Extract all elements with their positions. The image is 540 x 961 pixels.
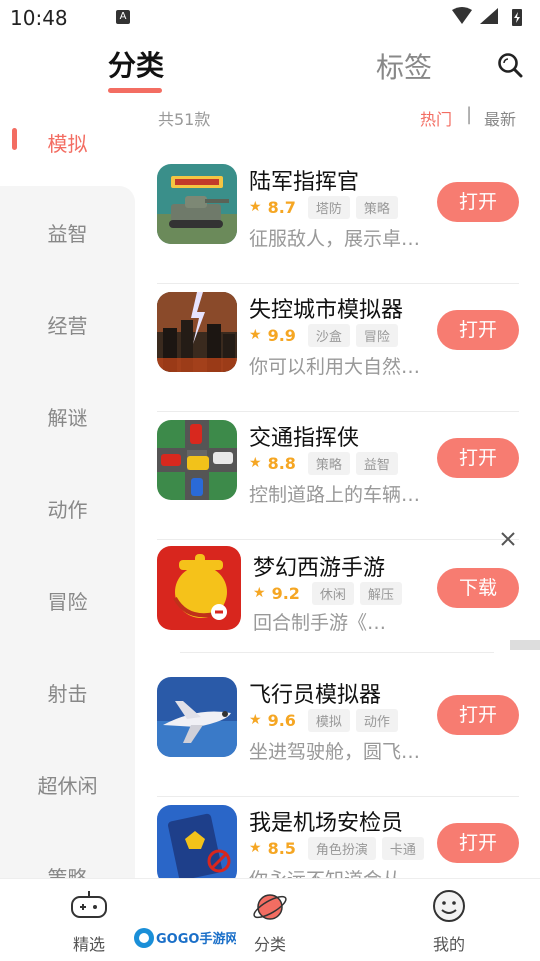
sidebar-item-hypercasual[interactable]: 超休闲 xyxy=(0,770,135,799)
sidebar-item-business[interactable]: 经营 xyxy=(0,310,135,339)
app-description: 征服敌人，展示卓… xyxy=(249,228,421,250)
watermark-text: GOGO手游网 xyxy=(156,931,236,947)
app-description: 回合制手游《… xyxy=(253,612,387,634)
sidebar-item-simulation[interactable]: 模拟 xyxy=(40,128,95,157)
app-rating: 9.2 xyxy=(271,583,300,603)
app-rating: 8.5 xyxy=(267,838,296,858)
status-icons xyxy=(452,7,522,26)
list-item[interactable]: 陆军指挥官 ★ 8.7 塔防 策略 征服敌人，展示卓… 打开 xyxy=(157,156,519,284)
nav-category-label: 分类 xyxy=(253,935,286,954)
open-button[interactable]: 打开 xyxy=(437,438,519,478)
app-rating: 9.6 xyxy=(267,710,296,730)
rating-row: ★ 8.5 角色扮演 卡通 xyxy=(249,836,424,860)
tag[interactable]: 策略 xyxy=(307,451,350,475)
tag[interactable]: 动作 xyxy=(355,708,398,732)
sort-newest[interactable]: 最新 xyxy=(484,106,516,130)
tag[interactable]: 解压 xyxy=(359,581,402,605)
star-icon: ★ xyxy=(253,585,266,601)
nav-featured[interactable]: 精选 xyxy=(44,879,134,961)
app-rating: 9.9 xyxy=(267,325,296,345)
tag[interactable]: 塔防 xyxy=(307,195,350,219)
sidebar-item-mystery[interactable]: 解谜 xyxy=(0,402,135,431)
star-icon: ★ xyxy=(249,712,262,728)
ad-list-item[interactable]: 梦幻西游手游 ★ 9.2 休闲 解压 回合制手游《… 下载 xyxy=(157,540,519,668)
sidebar-item-action[interactable]: 动作 xyxy=(0,494,135,523)
nav-mine[interactable]: 我的 xyxy=(404,879,494,961)
tag[interactable]: 冒险 xyxy=(355,323,398,347)
passport-icon xyxy=(157,805,237,878)
tag[interactable]: 策略 xyxy=(355,195,398,219)
list-item[interactable]: 飞行员模拟器 ★ 9.6 模拟 动作 坐进驾驶舱，圆飞… 打开 xyxy=(157,669,519,797)
sidebar-active-indicator xyxy=(12,128,17,150)
sidebar: 益智 经营 解谜 动作 冒险 射击 超休闲 策略 xyxy=(0,186,135,890)
tag[interactable]: 卡通 xyxy=(381,836,424,860)
divider xyxy=(180,652,494,653)
app-description: 你永远不知道会从… xyxy=(249,865,425,878)
sort-hot[interactable]: 热门 xyxy=(420,106,452,130)
star-icon: ★ xyxy=(249,455,262,471)
star-icon: ★ xyxy=(249,199,262,215)
tag[interactable]: 角色扮演 xyxy=(307,836,376,860)
list-item[interactable]: 失控城市模拟器 ★ 9.9 沙盒 冒险 你可以利用大自然… 打开 xyxy=(157,284,519,412)
app-description: 坐进驾驶舱，圆飞… xyxy=(249,741,421,763)
planet-icon xyxy=(253,894,287,920)
open-button[interactable]: 打开 xyxy=(437,310,519,350)
smiley-icon xyxy=(433,890,465,922)
app-rating: 8.8 xyxy=(267,453,296,473)
download-button[interactable]: 下载 xyxy=(437,568,519,608)
notification-icon: A xyxy=(116,10,130,24)
tab-category[interactable]: 分类 xyxy=(108,44,164,84)
star-icon: ★ xyxy=(249,327,262,343)
rating-row: ★ 8.7 塔防 策略 xyxy=(249,195,398,219)
rating-row: ★ 8.8 策略 益智 xyxy=(249,451,398,475)
menghuan-icon xyxy=(157,546,241,630)
app-name: 飞行员模拟器 xyxy=(249,683,382,708)
status-time: 10:48 xyxy=(10,6,68,30)
ad-marker xyxy=(510,640,540,650)
wifi-icon xyxy=(452,7,472,24)
tab-tags[interactable]: 标签 xyxy=(376,46,432,86)
list-item[interactable]: 交通指挥侠 ★ 8.8 策略 益智 控制道路上的车辆… 打开 xyxy=(157,412,519,540)
signal-icon xyxy=(480,8,498,24)
traffic-cars-icon xyxy=(157,420,237,500)
bottom-nav: 精选 分类 我的 xyxy=(0,878,540,960)
sidebar-item-puzzle[interactable]: 益智 xyxy=(0,218,135,247)
app-name: 陆军指挥官 xyxy=(249,170,360,195)
open-button[interactable]: 打开 xyxy=(437,823,519,863)
sidebar-item-adventure[interactable]: 冒险 xyxy=(0,586,135,615)
gogo-watermark-logo: GOGO手游网 xyxy=(134,928,236,948)
tag[interactable]: 休闲 xyxy=(311,581,354,605)
tag[interactable]: 模拟 xyxy=(307,708,350,732)
gamepad-icon xyxy=(71,891,107,918)
nav-featured-label: 精选 xyxy=(72,935,105,954)
app-description: 控制道路上的车辆… xyxy=(249,484,421,506)
app-name: 我是机场安检员 xyxy=(249,811,404,836)
search-icon[interactable] xyxy=(497,52,523,78)
airplane-icon xyxy=(157,677,237,757)
sort-separator: | xyxy=(466,104,473,125)
app-rating: 8.7 xyxy=(267,197,296,217)
app-name: 交通指挥侠 xyxy=(249,426,360,451)
app-name: 梦幻西游手游 xyxy=(253,556,386,581)
open-button[interactable]: 打开 xyxy=(437,182,519,222)
open-button[interactable]: 打开 xyxy=(437,695,519,735)
rating-row: ★ 9.2 休闲 解压 xyxy=(253,581,402,605)
star-icon: ★ xyxy=(249,840,262,856)
tag[interactable]: 沙盒 xyxy=(307,323,350,347)
tab-underline xyxy=(108,88,162,93)
nav-mine-label: 我的 xyxy=(432,935,465,954)
nav-category[interactable]: 分类 xyxy=(225,879,315,961)
rating-row: ★ 9.9 沙盒 冒险 xyxy=(249,323,398,347)
tag[interactable]: 益智 xyxy=(355,451,398,475)
sidebar-item-shooter[interactable]: 射击 xyxy=(0,678,135,707)
list-item[interactable]: 我是机场安检员 ★ 8.5 角色扮演 卡通 你永远不知道会从… 打开 xyxy=(157,797,519,878)
app-description: 你可以利用大自然… xyxy=(249,356,421,378)
result-count: 共51款 xyxy=(158,110,211,129)
city-storm-icon xyxy=(157,292,237,372)
rating-row: ★ 9.6 模拟 动作 xyxy=(249,708,398,732)
app-name: 失控城市模拟器 xyxy=(249,298,404,323)
tank-game-icon xyxy=(157,164,237,244)
